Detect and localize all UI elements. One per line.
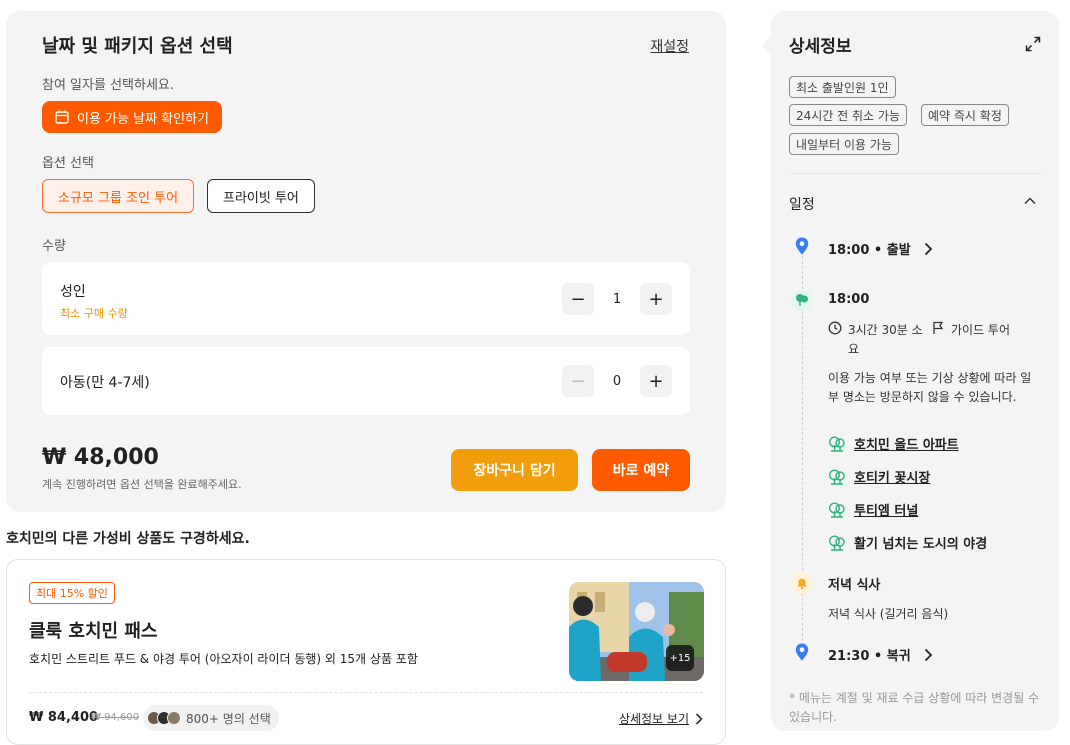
avatar-group xyxy=(147,711,181,725)
spot-item[interactable]: 투티엠 터널 xyxy=(828,500,918,519)
tag-available-tomorrow: 내일부터 이용 가능 xyxy=(789,133,899,155)
bell-icon xyxy=(791,572,813,594)
tree-icon xyxy=(791,289,813,311)
book-now-button[interactable]: 바로 예약 xyxy=(592,449,690,491)
tree-icon xyxy=(828,435,845,452)
adult-count: 1 xyxy=(612,291,622,307)
chevron-up-icon[interactable] xyxy=(1023,194,1037,208)
tag-instant-confirm: 예약 즉시 확정 xyxy=(921,104,1009,126)
calendar-icon xyxy=(55,110,69,124)
pass-card[interactable]: 최대 15% 할인 클룩 호치민 패스 호치민 스트리트 푸드 & 야경 투어 … xyxy=(6,559,726,745)
price-note: 계속 진행하려면 옵션 선택을 완료해주세요. xyxy=(42,478,242,491)
return-time: 21:30 xyxy=(828,649,870,664)
activity-time: 18:00 xyxy=(828,292,870,307)
avatar xyxy=(167,711,181,725)
quantity-label: 수량 xyxy=(42,239,66,254)
spot-item[interactable]: 호티키 꽃시장 xyxy=(828,467,930,486)
guide-text: 가이드 투어 xyxy=(951,323,1011,337)
child-stepper: − 0 + xyxy=(562,365,672,397)
depart-row[interactable]: 18:00 • 출발 xyxy=(828,239,933,258)
pass-old-price: ₩ 94,600 xyxy=(91,712,140,723)
adult-stepper: − 1 + xyxy=(562,283,672,315)
child-label: 아동(만 4-7세) xyxy=(60,375,150,391)
adult-quantity-row: 성인 최소 구매 수량 − 1 + xyxy=(42,262,690,335)
thumb-count-badge: +15 xyxy=(666,645,694,671)
option-private[interactable]: 프라이빗 투어 xyxy=(207,179,315,213)
clock-icon xyxy=(828,321,842,335)
discount-badge: 최대 15% 할인 xyxy=(29,582,115,604)
date-hint: 참여 일자를 선택하세요. xyxy=(42,78,174,93)
spot-item[interactable]: 호치민 올드 아파트 xyxy=(828,434,959,453)
booking-panel: 날짜 및 패키지 옵션 선택 재설정 참여 일자를 선택하세요. 이용 가능 날… xyxy=(6,11,726,512)
guide-row: 가이드 투어 xyxy=(931,321,1010,340)
schedule-title: 일정 xyxy=(789,197,815,213)
detail-divider xyxy=(789,173,1041,174)
child-count: 0 xyxy=(612,373,622,389)
spot-label: 호티키 꽃시장 xyxy=(854,471,931,486)
booking-title: 날짜 및 패키지 옵션 선택 xyxy=(42,36,233,57)
total-price: ₩ 48,000 xyxy=(42,445,159,470)
tag-min-people: 최소 출발인원 1인 xyxy=(789,76,896,98)
tree-icon xyxy=(828,468,845,485)
visit-notice: 이용 가능 여부 또는 기상 상황에 따라 일부 명소는 방문하지 않을 수 있… xyxy=(828,371,1032,404)
chevron-right-icon xyxy=(695,712,703,725)
panel-pointer xyxy=(762,37,771,55)
child-quantity-row: 아동(만 4-7세) − 0 + xyxy=(42,347,690,415)
duration-text: 3시간 30분 소요 xyxy=(848,323,923,356)
adult-label: 성인 xyxy=(60,284,86,300)
depart-time: 18:00 xyxy=(828,243,870,258)
chevron-right-icon xyxy=(925,648,933,662)
return-label: 복귀 xyxy=(886,649,911,664)
spot-label: 호치민 올드 아파트 xyxy=(854,438,959,453)
location-pin-icon xyxy=(793,643,811,661)
dot-separator: • xyxy=(873,243,887,258)
chevron-right-icon xyxy=(925,242,933,256)
depart-label: 출발 xyxy=(886,243,911,258)
location-pin-icon xyxy=(793,237,811,255)
pass-price: ₩ 84,400 xyxy=(29,710,99,725)
pass-description: 호치민 스트리트 푸드 & 야경 투어 (아오자이 라이더 동행) 외 15개 … xyxy=(29,652,418,666)
spot-label: 활기 넘치는 도시의 야경 xyxy=(854,537,988,552)
adult-minus-button[interactable]: − xyxy=(562,283,594,315)
popularity-text: 800+ 명의 선택 xyxy=(186,711,271,726)
popularity-pill: 800+ 명의 선택 xyxy=(143,705,279,731)
detail-panel: 상세정보 최소 출발인원 1인 24시간 전 취소 가능 예약 즉시 확정 내일… xyxy=(771,11,1059,731)
flag-icon xyxy=(933,321,944,334)
spot-label: 투티엠 터널 xyxy=(854,504,919,519)
child-plus-button[interactable]: + xyxy=(640,365,672,397)
adult-plus-button[interactable]: + xyxy=(640,283,672,315)
adult-min-note: 최소 구매 수량 xyxy=(60,307,128,320)
tree-icon xyxy=(828,501,845,518)
menu-footnote: * 메뉴는 계절 및 재료 수급 상황에 따라 변경될 수 있습니다. xyxy=(789,691,1040,724)
check-dates-button[interactable]: 이용 가능 날짜 확인하기 xyxy=(42,101,222,133)
tree-icon xyxy=(828,534,845,551)
detail-title: 상세정보 xyxy=(789,37,852,57)
check-dates-label: 이용 가능 날짜 확인하기 xyxy=(77,111,209,127)
return-row[interactable]: 21:30 • 복귀 xyxy=(828,645,933,664)
related-title: 호치민의 다른 가성비 상품도 구경하세요. xyxy=(6,531,250,547)
pass-thumbnail[interactable]: +15 xyxy=(569,582,704,681)
dinner-title: 저녁 식사 xyxy=(828,578,881,593)
options-label: 옵션 선택 xyxy=(42,156,94,171)
dinner-description: 저녁 식사 (길거리 음식) xyxy=(828,607,949,621)
option-small-group[interactable]: 소규모 그룹 조인 투어 xyxy=(42,179,195,213)
spot-item: 활기 넘치는 도시의 야경 xyxy=(828,533,987,552)
add-to-cart-button[interactable]: 장바구니 담기 xyxy=(451,449,578,491)
tag-free-cancel: 24시간 전 취소 가능 xyxy=(789,104,907,126)
card-divider xyxy=(29,692,703,693)
pass-title: 클룩 호치민 패스 xyxy=(29,621,158,642)
expand-icon[interactable] xyxy=(1025,36,1041,52)
view-details-link[interactable]: 상세정보 보기 xyxy=(619,710,703,727)
dot-separator: • xyxy=(873,649,887,664)
view-details-label: 상세정보 보기 xyxy=(618,712,689,726)
reset-link[interactable]: 재설정 xyxy=(650,36,689,56)
child-minus-button[interactable]: − xyxy=(562,365,594,397)
duration-row: 3시간 30분 소요 xyxy=(828,321,928,359)
